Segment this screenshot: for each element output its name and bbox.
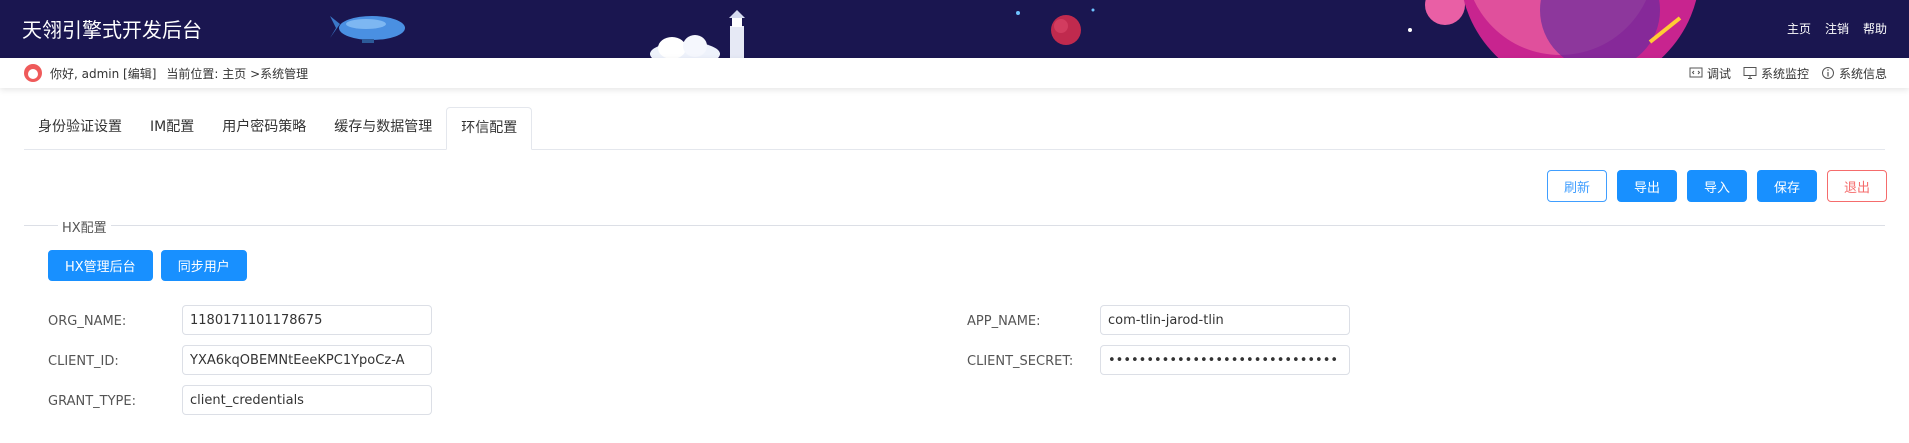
grant-type-input[interactable] bbox=[182, 385, 432, 415]
client-secret-input[interactable] bbox=[1100, 345, 1350, 375]
info-icon bbox=[1821, 67, 1834, 79]
header-decoration bbox=[330, 0, 1697, 58]
tab-password-policy[interactable]: 用户密码策略 bbox=[208, 107, 320, 148]
header-nav: 主页 注销 帮助 bbox=[1787, 20, 1887, 37]
code-icon bbox=[1689, 67, 1703, 78]
action-toolbar: 刷新 导出 导入 保存 退出 bbox=[1547, 170, 1887, 202]
system-info-button[interactable]: 系统信息 bbox=[1821, 65, 1887, 82]
grant-type-label: GRANT_TYPE: bbox=[48, 394, 136, 409]
airship-icon bbox=[330, 16, 405, 43]
section-legend: HX配置 bbox=[58, 217, 111, 236]
hx-buttons: HX管理后台 同步用户 bbox=[48, 250, 247, 281]
debug-label: 调试 bbox=[1706, 66, 1731, 81]
save-button[interactable]: 保存 bbox=[1757, 170, 1817, 202]
system-info-label: 系统信息 bbox=[1838, 66, 1887, 81]
nav-home-link[interactable]: 主页 bbox=[1787, 20, 1811, 37]
system-tools: 调试 系统监控 系统信息 bbox=[1689, 58, 1887, 88]
org-name-label: ORG_NAME: bbox=[48, 314, 127, 329]
tab-im-config[interactable]: IM配置 bbox=[136, 107, 208, 148]
breadcrumb: 当前位置: 主页 >系统管理 bbox=[166, 66, 309, 81]
system-monitor-button[interactable]: 系统监控 bbox=[1743, 65, 1809, 82]
sync-users-button[interactable]: 同步用户 bbox=[160, 250, 247, 281]
nav-help-link[interactable]: 帮助 bbox=[1863, 20, 1887, 37]
system-monitor-label: 系统监控 bbox=[1760, 66, 1809, 81]
app-name-input[interactable] bbox=[1100, 305, 1350, 335]
clouds-decoration bbox=[650, 35, 720, 58]
top-header: 天翎引擎式开发后台 主页 注销 帮助 bbox=[0, 0, 1909, 58]
tab-auth-settings[interactable]: 身份验证设置 bbox=[24, 107, 136, 148]
user-bar: 你好, admin [编辑] 当前位置: 主页 >系统管理 调试 系统监控 系统… bbox=[0, 58, 1909, 88]
section-divider bbox=[24, 225, 1885, 226]
client-id-input[interactable] bbox=[182, 345, 432, 375]
exit-button[interactable]: 退出 bbox=[1827, 170, 1887, 202]
org-name-input[interactable] bbox=[182, 305, 432, 335]
user-greeting[interactable]: 你好, admin [编辑] bbox=[50, 65, 156, 82]
client-id-label: CLIENT_ID: bbox=[48, 354, 119, 369]
monitor-icon bbox=[1743, 67, 1757, 79]
app-title: 天翎引擎式开发后台 bbox=[22, 18, 202, 42]
import-button[interactable]: 导入 bbox=[1687, 170, 1747, 202]
client-secret-label: CLIENT_SECRET: bbox=[967, 354, 1074, 369]
avatar bbox=[24, 64, 42, 82]
export-button[interactable]: 导出 bbox=[1617, 170, 1677, 202]
nav-logout-link[interactable]: 注销 bbox=[1825, 20, 1849, 37]
tab-cache-data[interactable]: 缓存与数据管理 bbox=[320, 107, 446, 148]
refresh-button[interactable]: 刷新 bbox=[1547, 170, 1607, 202]
debug-button[interactable]: 调试 bbox=[1689, 65, 1731, 82]
hx-admin-button[interactable]: HX管理后台 bbox=[48, 250, 153, 281]
app-name-label: APP_NAME: bbox=[967, 314, 1041, 329]
tab-hx-config[interactable]: 环信配置 bbox=[446, 107, 533, 150]
settings-tabs: 身份验证设置 IM配置 用户密码策略 缓存与数据管理 环信配置 bbox=[24, 107, 1885, 150]
lighthouse-icon bbox=[729, 10, 745, 58]
